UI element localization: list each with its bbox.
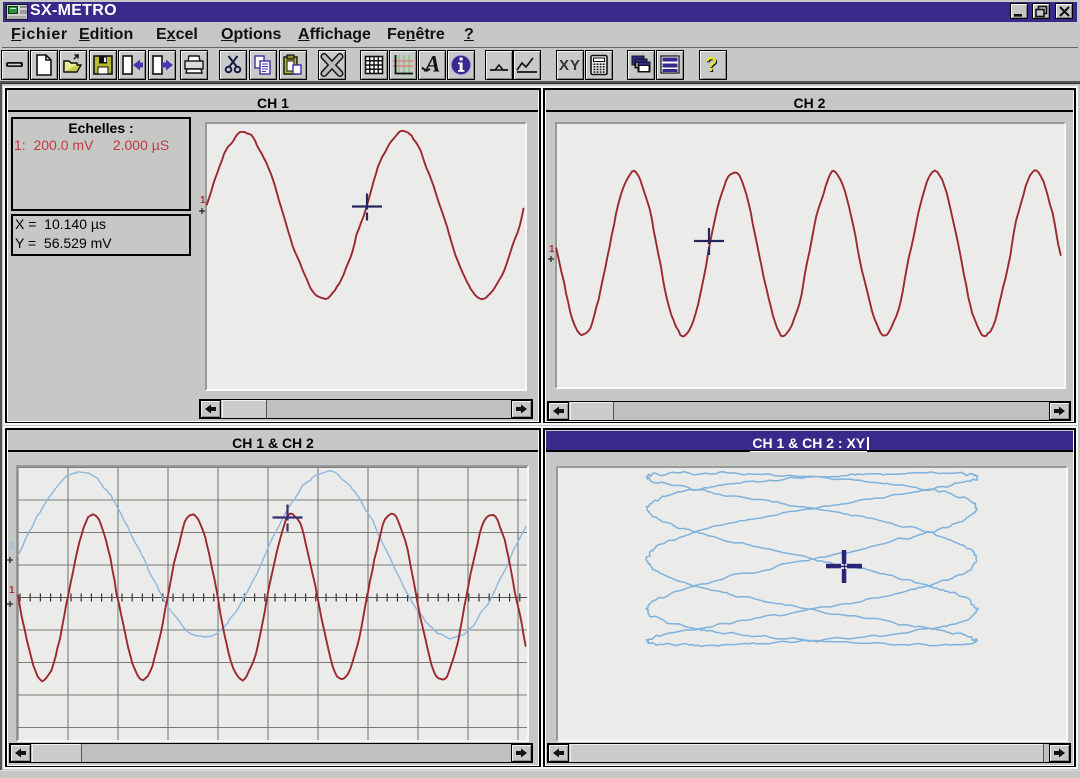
svg-text:1: 1 bbox=[200, 195, 206, 206]
svg-text:1: 1 bbox=[9, 585, 15, 596]
svg-text:1: 1 bbox=[549, 244, 555, 255]
svg-text:2: 2 bbox=[9, 541, 15, 552]
